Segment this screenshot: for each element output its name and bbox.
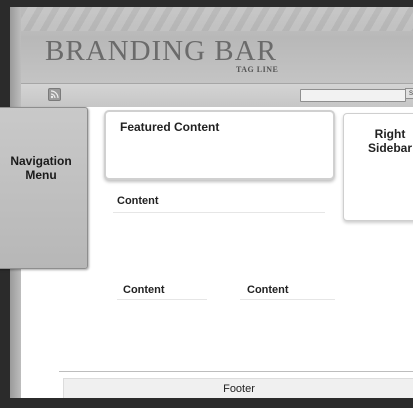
footer-label: Footer <box>223 383 255 395</box>
featured-content-box[interactable]: Featured Content <box>104 110 335 180</box>
tag-line: TAG LINE <box>236 65 279 74</box>
utility-bar: Search <box>21 83 413 108</box>
right-sidebar: Right Sidebar <box>343 113 413 221</box>
featured-content-label: Featured Content <box>120 120 220 134</box>
content-block-label: Content <box>247 284 289 296</box>
footer-divider <box>59 371 413 372</box>
search-input[interactable] <box>300 89 406 102</box>
branding-bar: BRANDING BAR TAG LINE <box>21 7 413 83</box>
right-sidebar-label-line2: Sidebar <box>367 141 412 155</box>
search-button[interactable]: Search <box>405 88 413 99</box>
right-sidebar-label: Right Sidebar <box>344 127 413 155</box>
content-block-label: Content <box>123 284 165 296</box>
content-underline <box>113 212 325 213</box>
bottom-edge <box>0 398 413 408</box>
branding-title: BRANDING BAR <box>45 35 277 67</box>
right-sidebar-label-line1: Right <box>374 127 406 141</box>
navigation-menu-label: Navigation Menu <box>0 154 87 182</box>
navigation-menu-label-line1: Navigation <box>10 154 72 168</box>
rss-feed-icon[interactable] <box>48 88 61 101</box>
footer: Footer <box>63 378 413 400</box>
navigation-menu[interactable]: Navigation Menu <box>0 107 88 269</box>
content-underline <box>117 299 207 300</box>
navigation-menu-label-line2: Menu <box>25 168 57 182</box>
content-underline <box>240 299 335 300</box>
content-block-label: Content <box>117 195 159 207</box>
